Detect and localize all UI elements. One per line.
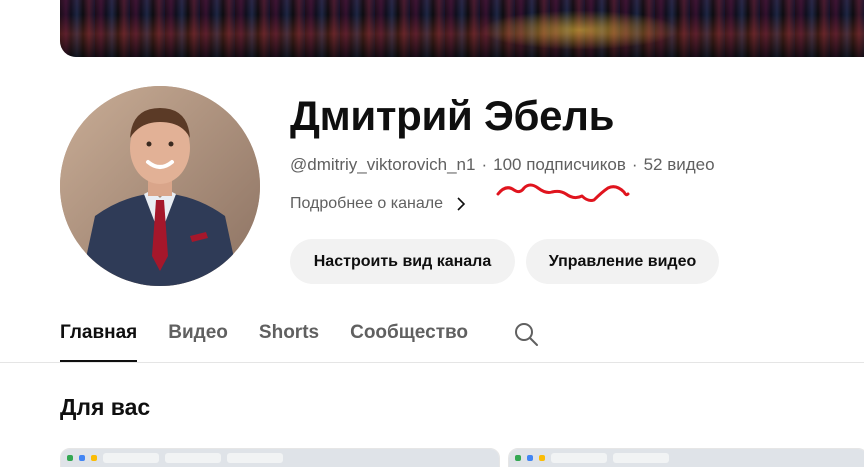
about-channel-link[interactable]: Подробнее о канале bbox=[290, 195, 467, 213]
avatar-photo bbox=[60, 86, 260, 286]
channel-avatar[interactable] bbox=[60, 86, 260, 286]
meta-separator: · bbox=[481, 155, 488, 174]
channel-tabs: Главная Видео Shorts Сообщество bbox=[60, 322, 539, 363]
channel-name: Дмитрий Эбель bbox=[290, 92, 615, 139]
manage-videos-button[interactable]: Управление видео bbox=[526, 239, 719, 284]
channel-handle: @dmitriy_viktorovich_n1 bbox=[290, 155, 476, 174]
red-scribble-annotation bbox=[496, 183, 630, 202]
about-channel-label: Подробнее о канале bbox=[290, 195, 443, 212]
subscriber-count: 100 подписчиков bbox=[493, 155, 626, 174]
tab-home[interactable]: Главная bbox=[60, 322, 138, 363]
chevron-right-icon bbox=[455, 196, 467, 212]
video-thumbnail[interactable] bbox=[508, 448, 864, 467]
channel-banner bbox=[60, 0, 864, 57]
channel-meta: @dmitriy_viktorovich_n1 · 100 подписчиков ·… bbox=[290, 155, 715, 175]
tab-shorts[interactable]: Shorts bbox=[259, 322, 319, 363]
tab-community[interactable]: Сообщество bbox=[350, 322, 468, 363]
tab-videos[interactable]: Видео bbox=[168, 322, 228, 363]
section-title: Для вас bbox=[60, 394, 151, 420]
video-thumbnail[interactable] bbox=[60, 448, 500, 467]
meta-separator: · bbox=[631, 155, 638, 174]
customize-channel-button[interactable]: Настроить вид канала bbox=[290, 239, 515, 284]
tabs-divider bbox=[0, 362, 864, 363]
search-icon[interactable] bbox=[513, 321, 539, 352]
video-count: 52 видео bbox=[643, 155, 715, 174]
